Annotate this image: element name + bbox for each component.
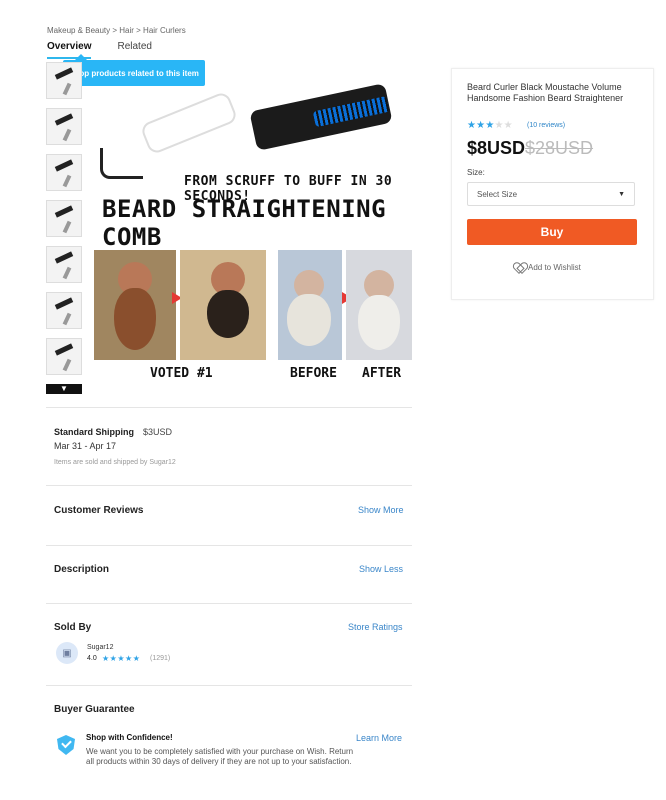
store-logo-icon[interactable]: ▣ xyxy=(56,642,78,664)
section-divider xyxy=(46,685,412,686)
product-thumbnail[interactable] xyxy=(46,200,82,237)
size-select-value: Select Size xyxy=(477,190,518,199)
section-divider xyxy=(46,545,412,546)
shipping-seller-note: Items are sold and shipped by Sugar12 xyxy=(54,459,176,466)
seller-review-count[interactable]: (1291) xyxy=(150,655,170,662)
shipping-dates: Mar 31 - Apr 17 xyxy=(54,441,117,451)
hero-caption-voted: VOTED #1 xyxy=(150,366,213,381)
product-thumbnail[interactable] xyxy=(46,246,82,283)
thumbnail-scroll-down-button[interactable]: ▼ xyxy=(46,384,82,394)
seller-rating: 4.0 xyxy=(87,655,97,662)
section-divider xyxy=(46,407,412,408)
guarantee-heading: Shop with Confidence! xyxy=(86,733,173,742)
store-ratings-link[interactable]: Store Ratings xyxy=(348,622,403,632)
size-select[interactable]: Select Size ▼ xyxy=(467,182,635,206)
comb-cord xyxy=(100,148,143,179)
product-thumbnail[interactable] xyxy=(46,62,82,99)
breadcrumb[interactable]: Makeup & Beauty > Hair > Hair Curlers xyxy=(47,26,186,35)
comb-bristles xyxy=(249,83,393,151)
description-title: Description xyxy=(54,564,110,575)
seller-star-rating-icon: ★★★★★ xyxy=(102,654,141,663)
product-thumbnail[interactable] xyxy=(46,154,82,191)
show-more-reviews-link[interactable]: Show More xyxy=(358,505,404,515)
hero-title: BEARD STRAIGHTENING COMB xyxy=(102,195,387,251)
chevron-down-icon: ▼ xyxy=(60,384,68,393)
sold-by-title: Sold By xyxy=(54,622,92,633)
shipping-price: $3USD xyxy=(143,427,173,437)
beard-photo-after-left xyxy=(180,250,266,360)
product-hero-image: FROM SCRUFF TO BUFF IN 30 SECONDS! BEARD… xyxy=(92,83,412,388)
chevron-down-icon: ▼ xyxy=(618,191,625,198)
original-price: $28USD xyxy=(525,138,594,158)
product-review-count[interactable]: (10 reviews) xyxy=(527,122,565,129)
product-star-rating-icon: ★★★★★ xyxy=(467,120,513,131)
buyer-guarantee-title: Buyer Guarantee xyxy=(54,704,135,715)
wishlist-label: Add to Wishlist xyxy=(528,262,581,272)
current-price: $8USD xyxy=(467,138,526,158)
shipping-title: Standard Shipping xyxy=(54,427,134,437)
section-divider xyxy=(46,603,412,604)
show-less-description-link[interactable]: Show Less xyxy=(359,564,403,574)
related-products-tooltip: Shop products related to this item xyxy=(63,54,205,86)
buy-button[interactable]: Buy xyxy=(467,219,637,245)
seller-name[interactable]: Sugar12 xyxy=(87,644,113,651)
size-label: Size: xyxy=(467,168,485,177)
hero-caption-before: BEFORE xyxy=(290,366,337,381)
learn-more-link[interactable]: Learn More xyxy=(356,733,402,743)
add-to-wishlist-button[interactable]: Add to Wishlist xyxy=(514,262,581,272)
product-thumbnail[interactable] xyxy=(46,338,82,375)
beard-photo-before-left xyxy=(94,250,176,360)
comb-handle xyxy=(139,90,239,156)
guarantee-description: We want you to be completely satisfied w… xyxy=(86,747,354,766)
product-thumbnail[interactable] xyxy=(46,108,82,145)
product-thumbnail[interactable] xyxy=(46,292,82,329)
beard-photo-after-right xyxy=(346,250,412,360)
tab-related[interactable]: Related xyxy=(117,41,151,59)
hero-caption-after: AFTER xyxy=(362,366,402,381)
customer-reviews-title: Customer Reviews xyxy=(54,505,144,516)
product-title: Beard Curler Black Moustache Volume Hand… xyxy=(467,82,624,103)
beard-photo-before-right xyxy=(278,250,342,360)
tab-bar: Overview Related xyxy=(47,41,152,59)
product-thumbnail-strip: ▼ xyxy=(46,62,82,394)
heart-icon xyxy=(514,262,524,272)
section-divider xyxy=(46,485,412,486)
